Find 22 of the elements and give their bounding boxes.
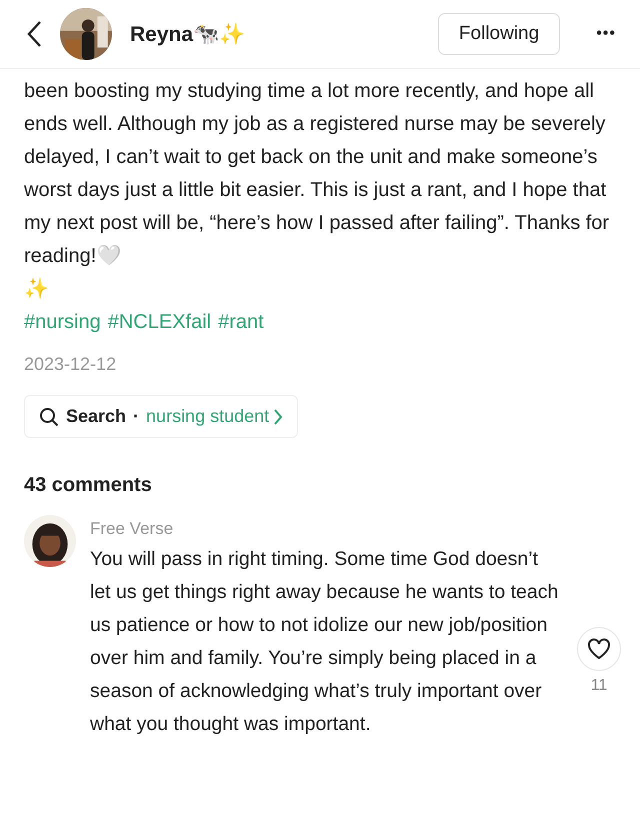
separator-dot: ·	[133, 406, 140, 427]
more-button[interactable]: •••	[596, 25, 616, 43]
search-query-link[interactable]: nursing student	[146, 406, 284, 427]
back-icon[interactable]	[26, 20, 42, 48]
sparkle-emoji: ✨	[24, 276, 49, 302]
chevron-icon	[273, 408, 284, 426]
post-date: 2023-12-12	[24, 353, 118, 376]
like-count: 11	[590, 677, 608, 695]
following-button[interactable]: Following	[438, 13, 560, 55]
like-button[interactable]	[577, 627, 621, 671]
comments-count: 43 comments	[24, 474, 153, 497]
search-label: Search	[66, 406, 126, 427]
author-name: Reyna🐄✨	[130, 22, 246, 46]
post-text: been boosting my studying time a lot more recently, and hope all ends well. Although my job as a registered nurse may be severely delayed, I can’t wait to get back on the unit and make someone’s worst days just a little bit easier. This is just a rant, and I hope that my next post will be, “here’s how I passed after failing”. Thanks for reading!🤍	[24, 79, 610, 269]
comment-text: You will pass in right timing. Some time God doesn’t let us get things right away because he wants to teach us patience or how to not idolize our new job/position over him and family. You’re simply being placed in a season of acknowledging what’s truly important over what you thought was important.	[90, 547, 560, 737]
hashtag-link[interactable]: #NCLEXfail	[108, 306, 212, 339]
search-icon	[39, 406, 59, 426]
heart-icon	[587, 638, 611, 660]
comment-author: Free Verse	[90, 518, 174, 540]
hashtag-link[interactable]: #nursing	[24, 306, 101, 339]
search-suggestion[interactable]: Search · nursing student	[24, 395, 298, 438]
hashtag-link[interactable]: #rant	[218, 306, 264, 339]
